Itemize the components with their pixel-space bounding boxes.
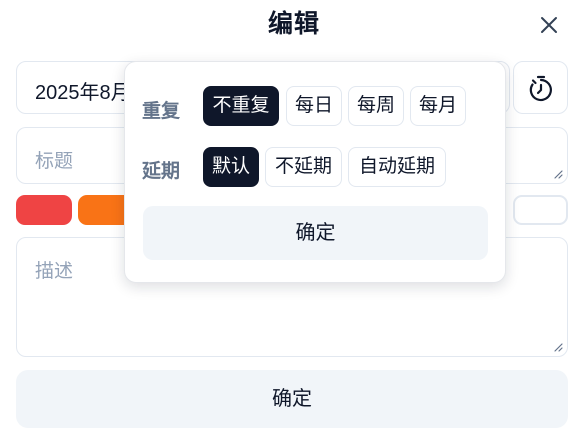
date-value: 2025年8月 <box>35 82 131 104</box>
timer-icon <box>529 75 552 102</box>
repeat-option-none[interactable]: 不重复 <box>203 86 279 126</box>
postpone-label: 延期 <box>142 161 181 182</box>
resize-grip-icon[interactable] <box>553 342 563 352</box>
title-placeholder: 标题 <box>35 151 74 172</box>
repeat-option-weekly[interactable]: 每周 <box>348 86 404 126</box>
confirm-button[interactable]: 确定 <box>16 370 568 428</box>
description-placeholder: 描述 <box>35 261 74 282</box>
repeat-option-monthly[interactable]: 每月 <box>410 86 466 126</box>
dialog-title: 编辑 <box>267 10 320 38</box>
timer-button[interactable] <box>513 61 568 114</box>
close-button[interactable] <box>534 10 564 40</box>
resize-grip-icon[interactable] <box>553 169 563 179</box>
close-icon <box>541 17 557 33</box>
color-swatch-white[interactable] <box>513 195 568 225</box>
repeat-label: 重复 <box>142 101 181 122</box>
color-swatch-red[interactable] <box>16 195 72 225</box>
postpone-option-auto[interactable]: 自动延期 <box>348 147 446 187</box>
postpone-option-default[interactable]: 默认 <box>203 147 259 187</box>
repeat-popover: 重复 不重复 每日 每周 每月 延期 默认 不延期 自动延期 确定 <box>124 61 506 283</box>
repeat-option-daily[interactable]: 每日 <box>286 86 342 126</box>
edit-dialog: 编辑 2025年8月 标题 描述 确定 重复 不重复 每日 每周 每月 延期 默… <box>0 0 588 446</box>
postpone-option-none[interactable]: 不延期 <box>265 147 342 187</box>
popover-confirm-button[interactable]: 确定 <box>143 206 488 260</box>
